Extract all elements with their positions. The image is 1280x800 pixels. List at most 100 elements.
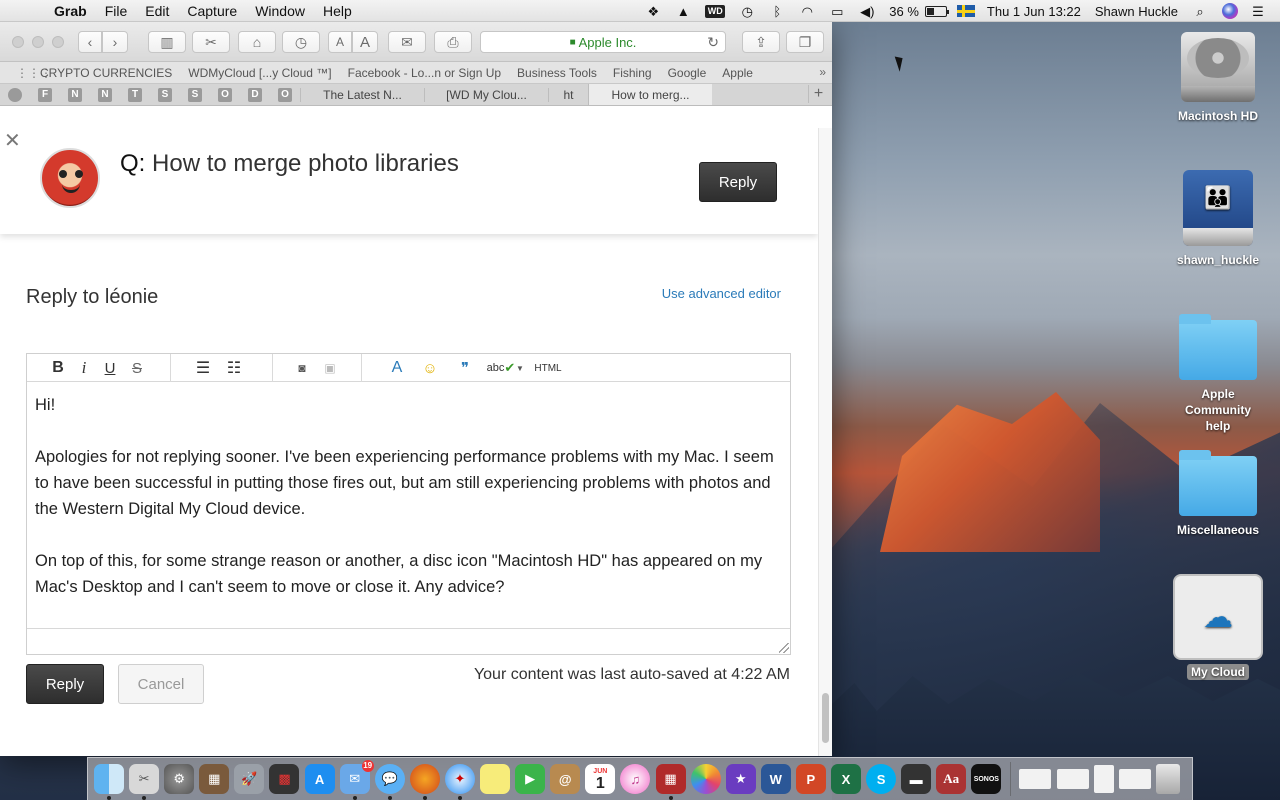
dock-calendar-icon[interactable]: JUN 1 — [585, 764, 616, 794]
dock-contacts-icon[interactable]: @ — [550, 764, 581, 794]
menu-edit[interactable]: Edit — [145, 3, 169, 19]
pinned-tab-1[interactable]: F — [38, 87, 52, 102]
home-icon[interactable]: ⌂ — [238, 31, 276, 53]
scrollbar-track[interactable] — [818, 128, 832, 756]
clock[interactable]: Thu 1 Jun 13:22 — [987, 4, 1081, 19]
airplay-icon[interactable]: ▭ — [829, 5, 845, 18]
dock-imovie-icon[interactable]: ★ — [725, 764, 756, 794]
google-drive-icon[interactable]: ▲ — [675, 5, 691, 18]
bookmark-facebook[interactable]: Facebook - Lo...n or Sign Up — [348, 66, 501, 80]
pinned-tab-4[interactable]: T — [128, 87, 142, 102]
dock-stickies-icon[interactable] — [480, 764, 511, 794]
address-bar[interactable]: ■ Apple Inc. ↻ — [480, 31, 726, 53]
pinned-tab-5[interactable]: S — [158, 87, 172, 102]
text-larger-button[interactable]: A — [352, 31, 378, 53]
desktop-icon-macintosh-hd[interactable]: Macintosh HD — [1163, 32, 1273, 124]
bookmark-google[interactable]: Google — [668, 66, 707, 80]
volume-icon[interactable]: ◀) — [859, 5, 875, 18]
print-icon[interactable]: ⎙ — [434, 31, 472, 53]
dock-photo-booth-icon[interactable]: ▩ — [269, 764, 300, 794]
insert-image-icon[interactable]: ◙ — [293, 359, 311, 377]
dock-itunes-icon[interactable]: ♫ — [620, 764, 651, 794]
dock-grab-icon[interactable]: ✂ — [129, 764, 160, 800]
dock-word-icon[interactable]: W — [760, 764, 791, 794]
wd-icon[interactable]: WD — [705, 4, 726, 18]
mail-icon[interactable]: ✉ — [388, 31, 426, 53]
dock-facetime-icon[interactable]: ▶ — [515, 764, 546, 794]
tab-overview-icon[interactable]: ❐ — [786, 31, 824, 53]
pinned-tab-2[interactable]: N — [68, 87, 82, 102]
spellcheck-dropdown-icon[interactable]: ▼ — [515, 359, 525, 377]
dock-photo-booth-2-icon[interactable]: ▦ — [655, 764, 686, 800]
zoom-window-button[interactable] — [52, 36, 64, 48]
dock-photos-icon[interactable] — [690, 764, 721, 794]
italic-button[interactable]: i — [77, 358, 91, 377]
dock-document-stack-1-icon[interactable] — [1019, 769, 1052, 789]
dock-finder-icon[interactable] — [94, 764, 124, 800]
dock-skype-icon[interactable]: S — [866, 764, 897, 794]
advanced-editor-link[interactable]: Use advanced editor — [662, 286, 781, 301]
wifi-icon[interactable]: ◠ — [799, 5, 815, 18]
dock-messages-icon[interactable]: 💬 — [374, 764, 405, 800]
user-name[interactable]: Shawn Huckle — [1095, 4, 1178, 19]
pinned-tab-7[interactable]: O — [218, 87, 232, 102]
app-menu[interactable]: Grab — [54, 3, 87, 19]
pinned-tab-8[interactable]: D — [248, 87, 262, 102]
dock-powerpoint-icon[interactable]: P — [795, 764, 826, 794]
menu-help[interactable]: Help — [323, 3, 352, 19]
desktop-icon-my-cloud[interactable]: ☁ My Cloud — [1163, 574, 1273, 680]
bluetooth-icon[interactable]: ᛒ — [769, 5, 785, 18]
tab-how-to-merge[interactable]: How to merg... — [588, 84, 712, 105]
numbered-list-icon[interactable]: ☷ — [224, 359, 244, 377]
menu-window[interactable]: Window — [255, 3, 305, 19]
underline-button[interactable]: U — [103, 359, 117, 377]
sidebar-toggle-icon[interactable]: ▥ — [148, 31, 186, 53]
notification-center-icon[interactable]: ☰ — [1250, 5, 1266, 18]
text-smaller-button[interactable]: A — [328, 31, 352, 53]
dock-downloads-stack-icon[interactable] — [1093, 765, 1114, 793]
menu-capture[interactable]: Capture — [187, 3, 237, 19]
pinned-tab-9[interactable]: O — [278, 87, 292, 102]
dock-firefox-icon[interactable] — [409, 764, 440, 800]
dock-system-preferences-icon[interactable]: ⚙ — [164, 764, 195, 794]
dock-excel-icon[interactable]: X — [830, 764, 861, 794]
tab-ht[interactable]: ht — [548, 87, 588, 102]
reply-button[interactable]: Reply — [26, 664, 104, 704]
html-source-button[interactable]: HTML — [533, 359, 563, 377]
dock-document-stack-2-icon[interactable] — [1056, 769, 1089, 789]
insert-video-icon[interactable]: ▣ — [321, 359, 339, 377]
time-machine-icon[interactable]: ◷ — [739, 5, 755, 18]
dock-calculator-icon[interactable]: ▦ — [199, 764, 230, 794]
spellcheck-button[interactable]: abc ✔ — [487, 359, 516, 377]
strikethrough-button[interactable]: S — [130, 359, 144, 377]
minimize-window-button[interactable] — [32, 36, 44, 48]
dock-safari-icon[interactable]: ✦ — [444, 764, 475, 800]
bookmark-fishing[interactable]: Fishing — [613, 66, 652, 80]
spotlight-search-icon[interactable]: ⌕ — [1192, 5, 1208, 18]
dock-document-stack-3-icon[interactable] — [1118, 769, 1151, 789]
new-tab-button[interactable]: + — [808, 85, 828, 103]
scrollbar-thumb[interactable] — [822, 693, 829, 743]
editor-text-area[interactable]: Hi! Apologies for not replying sooner. I… — [27, 382, 790, 627]
reload-icon[interactable]: ↻ — [707, 34, 719, 51]
tab-latest-news[interactable]: The Latest N... — [300, 87, 424, 102]
dock-trash-icon[interactable] — [1155, 764, 1180, 794]
desktop-icon-miscellaneous[interactable]: Miscellaneous — [1163, 450, 1273, 538]
forward-button[interactable]: › — [102, 31, 128, 53]
dock-app-store-icon[interactable]: A — [304, 764, 335, 794]
clipper-icon[interactable]: ✂ — [192, 31, 230, 53]
quote-icon[interactable]: ❞ — [455, 359, 475, 377]
text-style-icon[interactable]: A — [385, 359, 409, 377]
dock-dictionary-icon[interactable]: Aa — [936, 764, 967, 794]
share-icon[interactable]: ⇪ — [742, 31, 780, 53]
back-button[interactable]: ‹ — [78, 31, 102, 53]
dock-wd-sync-icon[interactable]: ▬ — [901, 764, 932, 794]
bookmark-wdmycloud[interactable]: WDMyCloud [...y Cloud ™] — [188, 66, 331, 80]
bookmark-crypto[interactable]: CRYPTO CURRENCIES — [40, 66, 172, 80]
tab-wd-my-cloud[interactable]: [WD My Clou... — [424, 87, 548, 102]
desktop-icon-apple-community-help[interactable]: Apple Community help — [1163, 314, 1273, 434]
input-source-flag-icon[interactable] — [956, 5, 975, 17]
siri-icon[interactable] — [1222, 3, 1238, 19]
bookmarks-overflow-icon[interactable]: » — [819, 65, 826, 79]
pinned-tab-messenger-icon[interactable] — [8, 87, 22, 102]
